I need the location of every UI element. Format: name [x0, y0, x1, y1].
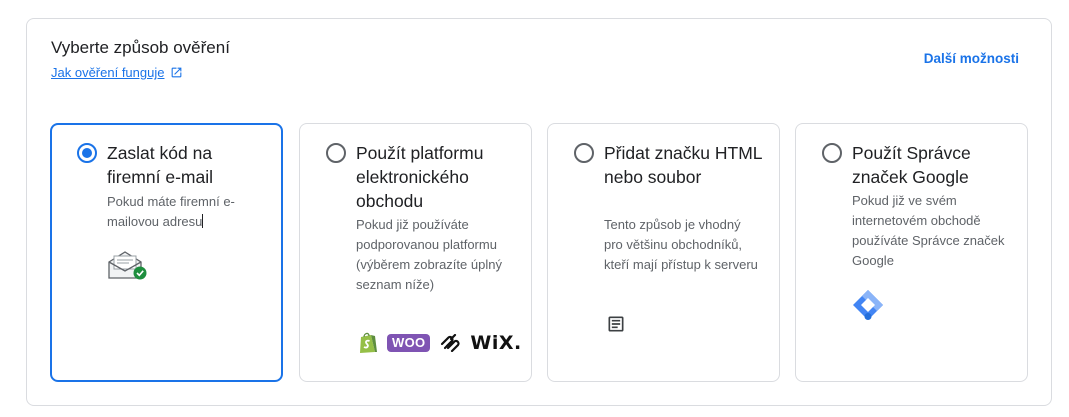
- option-title: Použít Správce značek Google: [852, 143, 971, 187]
- platform-logos: WOO WiX.: [358, 332, 522, 354]
- option-title: Použít platformu elektronického obchodu: [356, 143, 484, 211]
- email-verified-icon: [108, 251, 147, 280]
- help-link-label: Jak ověření funguje: [51, 65, 165, 80]
- option-title: Zaslat kód na firemní e-mail: [107, 143, 213, 187]
- option-description: Pokud máte firemní e-mailovou adresu: [107, 194, 235, 229]
- radio-google-tag-manager[interactable]: [822, 143, 842, 163]
- squarespace-logo: [441, 334, 460, 352]
- radio-ecommerce-platform[interactable]: [326, 143, 346, 163]
- option-card-html-tag[interactable]: Přidat značku HTML nebo soubor Tento způ…: [547, 123, 780, 382]
- option-card-ecommerce-platform[interactable]: Použít platformu elektronického obchodu …: [299, 123, 532, 382]
- open-in-new-icon: [172, 67, 182, 78]
- help-link[interactable]: Jak ověření funguje: [51, 65, 183, 80]
- radio-html-tag[interactable]: [574, 143, 594, 163]
- shopify-logo: [360, 332, 377, 353]
- text-caret: [202, 214, 204, 228]
- woocommerce-logo: WOO: [387, 334, 431, 352]
- wix-logo: WiX.: [470, 332, 522, 354]
- document-icon: [608, 316, 624, 332]
- option-card-business-email[interactable]: Zaslat kód na firemní e-mail Pokud máte …: [50, 123, 283, 382]
- more-options-button[interactable]: Další možnosti: [924, 51, 1019, 66]
- option-title: Přidat značku HTML nebo soubor: [604, 143, 762, 187]
- option-description: Pokud již používáte podporovanou platfor…: [356, 217, 502, 292]
- option-description: Pokud již ve svém internetovém obchodě p…: [852, 193, 1005, 268]
- option-description: Tento způsob je vhodný pro většinu obcho…: [604, 217, 758, 272]
- google-tag-manager-icon: [853, 290, 883, 320]
- option-card-google-tag-manager[interactable]: Použít Správce značek Google Pokud již v…: [795, 123, 1028, 382]
- page-title: Vyberte způsob ověření: [51, 38, 230, 57]
- verification-panel: Vyberte způsob ověření Jak ověření fungu…: [26, 18, 1052, 406]
- radio-business-email[interactable]: [77, 143, 97, 163]
